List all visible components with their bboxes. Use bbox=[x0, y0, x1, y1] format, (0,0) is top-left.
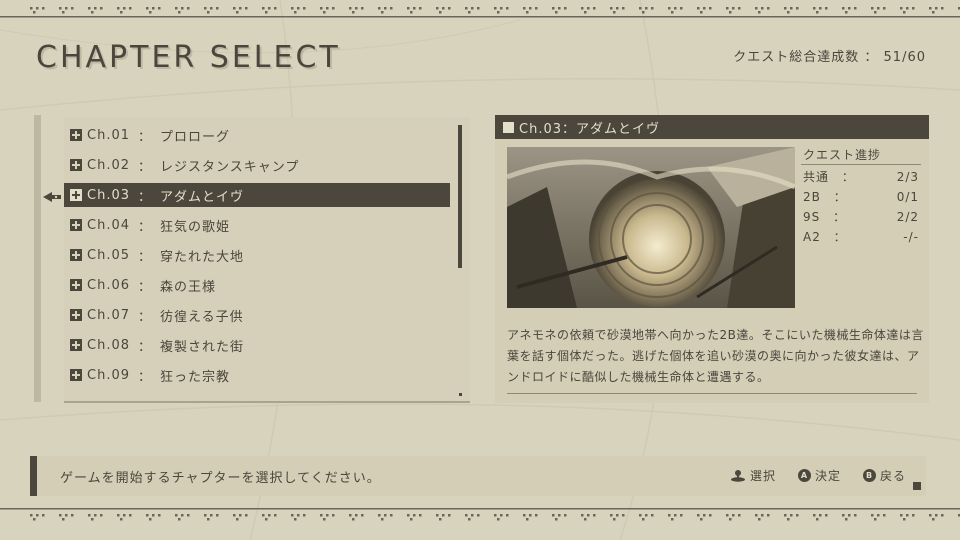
control-prompt: 選択 bbox=[730, 467, 776, 484]
description-divider bbox=[507, 393, 917, 394]
quest-value: -/- bbox=[903, 230, 919, 244]
page-title: CHAPTER SELECT bbox=[36, 40, 341, 75]
quest-total-label: クエスト総合達成数 bbox=[733, 50, 860, 65]
analog-stick-icon bbox=[731, 470, 745, 482]
chapter-separator: ： bbox=[138, 309, 153, 325]
chapter-item[interactable]: Ch.04 ： 狂気の歌姫 bbox=[64, 213, 450, 237]
header-square-icon bbox=[503, 121, 514, 133]
plus-icon bbox=[70, 279, 82, 291]
quest-progress-row: 2B ： 0/1 bbox=[803, 187, 919, 207]
chapter-item[interactable]: Ch.02 ： レジスタンスキャンプ bbox=[64, 153, 450, 177]
chapter-list-panel: Ch.01：プロローグ Ch.02：レジスタンスキャンプ Ch.03：アダムとイヴ C… bbox=[64, 117, 470, 403]
chapter-item[interactable]: Ch.01 ： プロローグ bbox=[64, 123, 450, 147]
b-button-icon: B bbox=[863, 469, 877, 482]
chapter-item[interactable]: Ch.03 ： アダムとイヴ bbox=[64, 183, 450, 207]
quest-total-summary: クエスト総合達成数 ： 51/60 bbox=[733, 46, 926, 65]
plus-icon bbox=[70, 189, 82, 201]
chapter-item[interactable]: Ch.09 ： 狂った宗教 bbox=[64, 363, 450, 387]
control-label: 決定 bbox=[815, 469, 842, 483]
chapter-separator: ： bbox=[138, 339, 153, 355]
chapter-description: アネモネの依頼で砂漠地帯へ向かった2B達。そこにいた機械生命体達は言葉を話す個体… bbox=[507, 328, 924, 384]
chapter-name: 複製された街 bbox=[160, 339, 245, 355]
quest-progress-divider bbox=[801, 164, 921, 165]
chapter-separator: ： bbox=[138, 369, 153, 385]
chapter-item[interactable]: Ch.07 ： 彷徨える子供 bbox=[64, 303, 450, 327]
chapter-number: Ch.04 bbox=[87, 217, 130, 233]
list-scrollbar[interactable] bbox=[458, 125, 462, 268]
control-prompt: B 戻る bbox=[863, 467, 906, 484]
chapter-item[interactable]: Ch.06 ： 森の王様 bbox=[64, 273, 450, 297]
chapter-name: 狂気の歌姫 bbox=[160, 219, 231, 235]
chapter-number: Ch.05 bbox=[87, 247, 130, 263]
a-button-icon: A bbox=[798, 469, 812, 482]
chapter-item[interactable]: Ch.05 ： 穿たれた大地 bbox=[64, 243, 450, 267]
help-message: ゲームを開始するチャプターを選択してください。 bbox=[60, 471, 381, 486]
quest-label: 共通 bbox=[803, 170, 830, 184]
chapter-item[interactable]: Ch.08 ： 複製された街 bbox=[64, 333, 450, 357]
chapter-separator: ： bbox=[138, 159, 153, 175]
quest-separator: ： bbox=[833, 210, 847, 224]
chapter-name: 森の王様 bbox=[160, 279, 217, 295]
quest-progress-list: 共通 ： 2/3 2B ： 0/1 9S ： 2/2 A2 ： -/- bbox=[803, 167, 919, 247]
plus-icon bbox=[70, 369, 82, 381]
top-border-decoration bbox=[0, 7, 960, 18]
quest-total-value: 51/60 bbox=[883, 50, 926, 65]
chapter-separator: ： bbox=[138, 219, 153, 235]
chapter-separator: ： bbox=[138, 249, 153, 265]
chapter-name: プロローグ bbox=[160, 129, 231, 145]
scrollbar-end-marker bbox=[459, 393, 462, 396]
plus-icon bbox=[70, 309, 82, 321]
chapter-name: レジスタンスキャンプ bbox=[160, 159, 300, 175]
quest-value: 0/1 bbox=[896, 190, 919, 204]
button-prompts: 選択 A 決定 B 戻る bbox=[730, 467, 906, 484]
quest-label: A2 bbox=[803, 230, 821, 244]
control-label: 戻る bbox=[880, 469, 907, 483]
plus-icon bbox=[70, 249, 82, 261]
quest-progress-title: クエスト進捗 bbox=[803, 148, 882, 162]
quest-separator: ： bbox=[841, 170, 855, 184]
chapter-separator: ： bbox=[138, 189, 153, 205]
selection-cursor-icon bbox=[43, 192, 61, 202]
plus-icon bbox=[70, 159, 82, 171]
chapter-list: Ch.01：プロローグ Ch.02：レジスタンスキャンプ Ch.03：アダムとイヴ C… bbox=[64, 123, 450, 393]
quest-total-separator: ： bbox=[864, 50, 879, 65]
chapter-detail-title: Ch.03：アダムとイヴ bbox=[519, 121, 660, 137]
quest-value: 2/2 bbox=[896, 210, 919, 224]
chapter-number: Ch.06 bbox=[87, 277, 130, 293]
chapter-number: Ch.09 bbox=[87, 367, 130, 383]
quest-progress-row: 共通 ： 2/3 bbox=[803, 167, 919, 187]
plus-icon bbox=[70, 219, 82, 231]
control-prompt: A 決定 bbox=[798, 467, 841, 484]
list-side-marker bbox=[34, 115, 41, 402]
chapter-separator: ： bbox=[138, 129, 153, 145]
control-label: 選択 bbox=[750, 469, 777, 483]
chapter-name: 彷徨える子供 bbox=[160, 309, 244, 325]
quest-label: 2B bbox=[803, 190, 821, 204]
chapter-number: Ch.03 bbox=[87, 187, 130, 203]
chapter-number: Ch.02 bbox=[87, 157, 130, 173]
quest-separator: ： bbox=[833, 190, 847, 204]
chapter-name: アダムとイヴ bbox=[160, 189, 245, 205]
bottom-border-decoration bbox=[0, 508, 960, 521]
chapter-number: Ch.07 bbox=[87, 307, 130, 323]
chapter-number: Ch.08 bbox=[87, 337, 130, 353]
quest-separator: ： bbox=[833, 230, 847, 244]
corner-square-icon bbox=[913, 482, 921, 490]
quest-label: 9S bbox=[803, 210, 821, 224]
plus-icon bbox=[70, 129, 82, 141]
plus-icon bbox=[70, 339, 82, 351]
quest-value: 2/3 bbox=[896, 170, 919, 184]
chapter-name: 狂った宗教 bbox=[160, 369, 231, 385]
quest-progress-row: 9S ： 2/2 bbox=[803, 207, 919, 227]
chapter-separator: ： bbox=[138, 279, 153, 295]
chapter-number: Ch.01 bbox=[87, 127, 130, 143]
chapter-image bbox=[507, 147, 795, 308]
quest-progress-row: A2 ： -/- bbox=[803, 227, 919, 247]
chapter-detail-header: Ch.03：アダムとイヴ bbox=[495, 115, 929, 139]
chapter-name: 穿たれた大地 bbox=[160, 249, 245, 265]
